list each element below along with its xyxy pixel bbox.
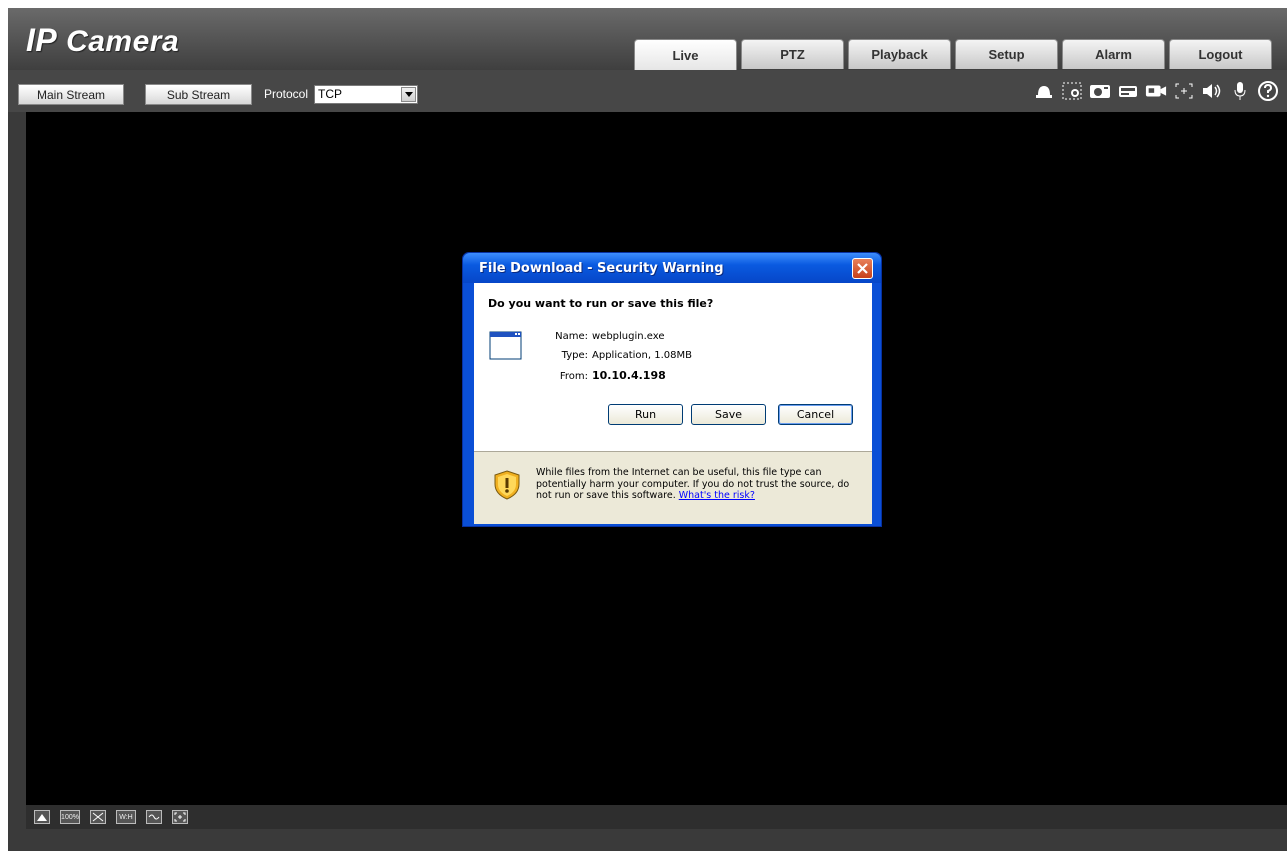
file-type-row: Type: Application, 1.08MB (540, 350, 692, 361)
file-from-key: From: (559, 371, 588, 382)
file-from-value: 10.10.4.198 (592, 369, 666, 382)
record-icon[interactable] (1145, 80, 1167, 102)
tab-setup[interactable]: Setup (955, 39, 1058, 69)
original-size-icon[interactable] (34, 810, 50, 824)
tab-live[interactable]: Live (634, 39, 737, 70)
tab-alarm[interactable]: Alarm (1062, 39, 1165, 69)
dialog-upper-panel: Do you want to run or save this file? Na… (474, 283, 872, 451)
file-name-row: Name: webplugin.exe (540, 331, 665, 342)
dialog-divider (474, 451, 872, 452)
protocol-value: TCP (318, 87, 342, 101)
save-button[interactable]: Save (691, 404, 766, 425)
dialog-body: Do you want to run or save this file? Na… (474, 283, 872, 524)
tab-ptz[interactable]: PTZ (741, 39, 844, 69)
file-name-key: Name: (555, 331, 588, 342)
zoom-region-icon[interactable] (1061, 80, 1083, 102)
chevron-down-icon[interactable] (401, 87, 416, 102)
warning-text: While files from the Internet can be use… (536, 467, 866, 502)
dialog-question: Do you want to run or save this file? (488, 297, 714, 310)
fullscreen-icon[interactable] (1173, 80, 1195, 102)
protocol-label: Protocol (264, 87, 309, 101)
dialog-titlebar[interactable]: File Download - Security Warning (463, 253, 881, 283)
run-button[interactable]: Run (608, 404, 683, 425)
tab-playback[interactable]: Playback (848, 39, 951, 69)
main-tabs: Live PTZ Playback Setup Alarm Logout (634, 39, 1276, 70)
file-name-value: webplugin.exe (592, 331, 665, 342)
file-type-value: Application, 1.08MB (592, 350, 692, 361)
microphone-icon[interactable] (1229, 80, 1251, 102)
logo-prefix: IP (26, 22, 58, 58)
toolbar-icons (1033, 80, 1279, 102)
dialog-title: File Download - Security Warning (479, 261, 724, 276)
alarm-bell-icon[interactable] (1033, 80, 1055, 102)
app-logo: IP Camera (26, 22, 179, 59)
whats-the-risk-link[interactable]: What's the risk? (679, 490, 755, 501)
main-stream-button[interactable]: Main Stream (18, 84, 124, 105)
video-bottom-bar: 100% W:H (26, 805, 1287, 829)
close-icon[interactable] (852, 258, 873, 279)
triple-snapshot-icon[interactable] (1117, 80, 1139, 102)
stream-toolbar: Main Stream Sub Stream Protocol TCP (8, 70, 1287, 112)
security-warning-dialog: File Download - Security Warning Do you … (462, 252, 882, 527)
fullscreen-view-icon[interactable] (172, 810, 188, 824)
application-icon (489, 330, 522, 360)
fit-window-icon[interactable] (90, 810, 106, 824)
shield-warning-icon (494, 470, 520, 500)
smooth-icon[interactable] (146, 810, 162, 824)
cancel-button[interactable]: Cancel (778, 404, 853, 425)
speaker-icon[interactable] (1201, 80, 1223, 102)
tab-logout[interactable]: Logout (1169, 39, 1272, 69)
snapshot-icon[interactable] (1089, 80, 1111, 102)
logo-suffix: Camera (57, 25, 180, 58)
protocol-select[interactable]: TCP (314, 85, 418, 104)
file-from-row: From: 10.10.4.198 (540, 369, 666, 382)
help-icon[interactable] (1257, 80, 1279, 102)
sub-stream-button[interactable]: Sub Stream (145, 84, 252, 105)
zoom-100-icon[interactable]: 100% (60, 810, 80, 824)
aspect-ratio-icon[interactable]: W:H (116, 810, 136, 824)
file-type-key: Type: (561, 350, 588, 361)
header: IP Camera Live PTZ Playback Setup Alarm … (8, 8, 1287, 70)
